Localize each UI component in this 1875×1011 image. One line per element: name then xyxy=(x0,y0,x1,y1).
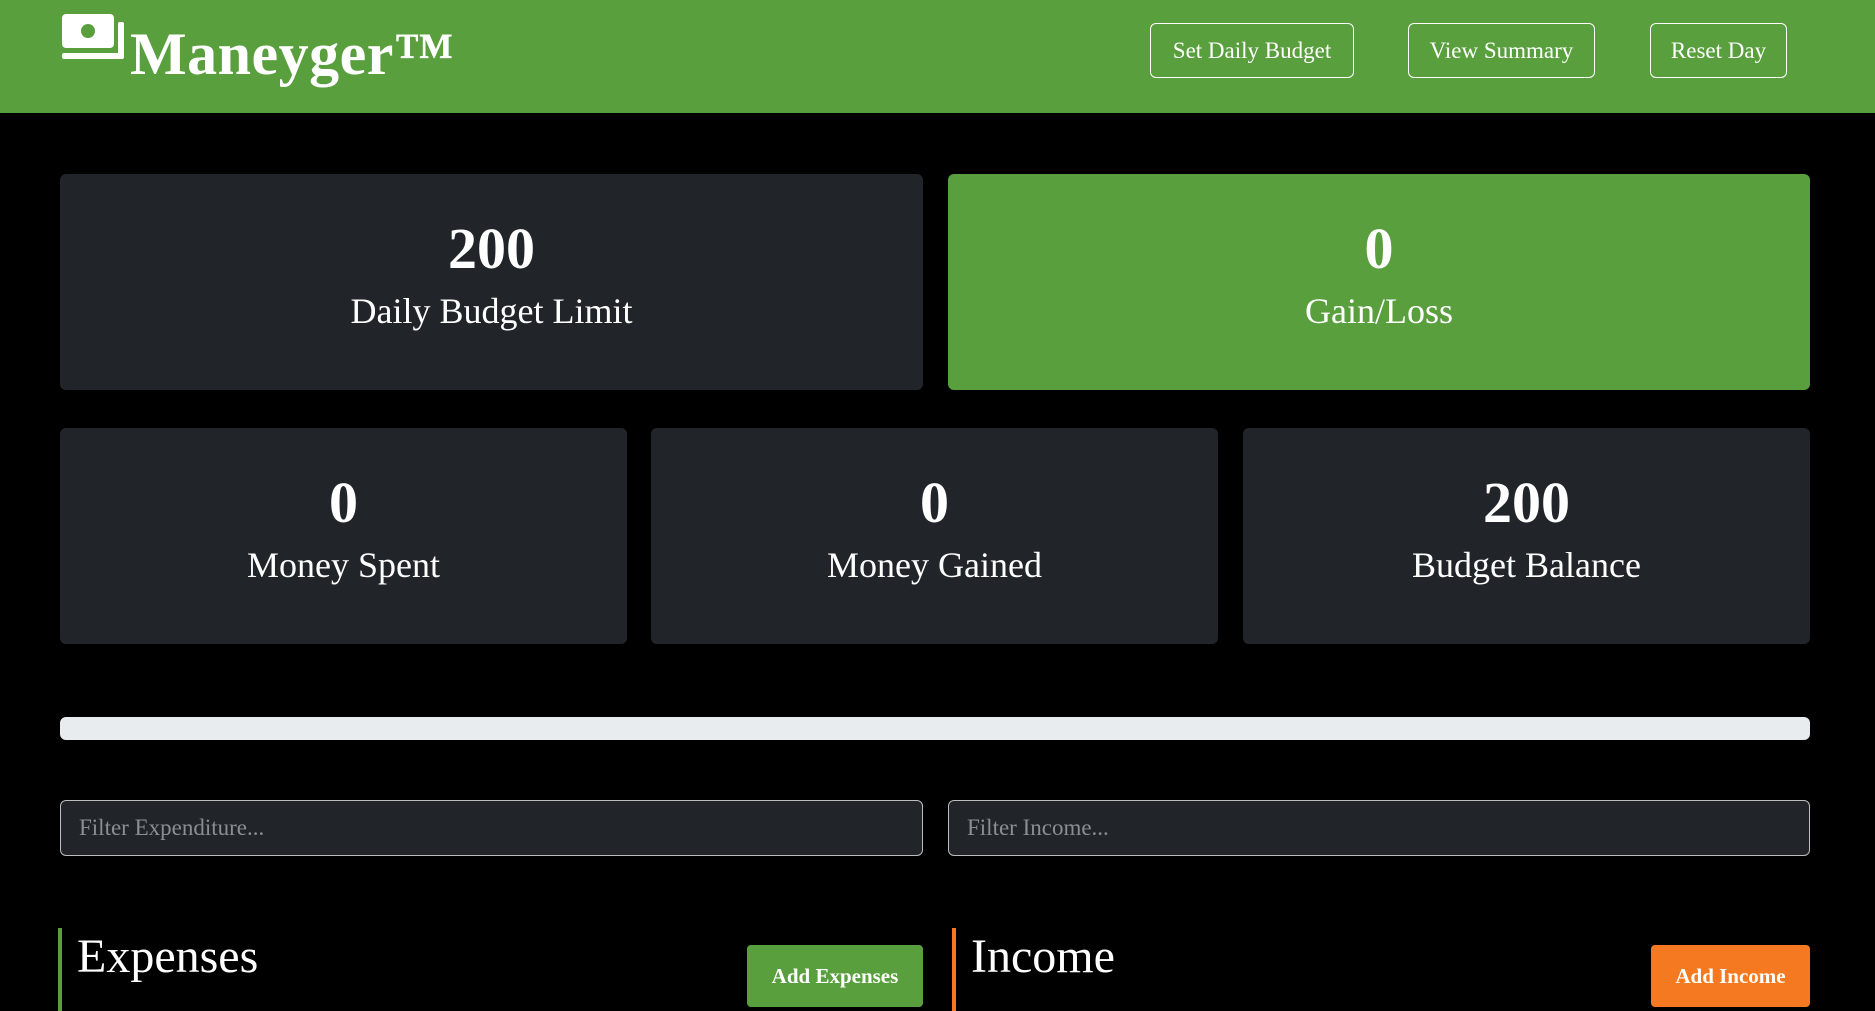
money-spent-value: 0 xyxy=(329,470,358,535)
budget-balance-label: Budget Balance xyxy=(1412,545,1641,585)
money-gained-value: 0 xyxy=(920,470,949,535)
money-spent-label: Money Spent xyxy=(247,545,440,585)
expenses-section-header: Expenses Add Expenses xyxy=(58,928,923,1011)
navbar: Maneyger™ Set Daily Budget View Summary … xyxy=(0,0,1875,113)
budget-progress-bar xyxy=(60,717,1810,740)
add-income-button[interactable]: Add Income xyxy=(1651,945,1810,1007)
daily-budget-label: Daily Budget Limit xyxy=(350,291,633,331)
filter-income-input[interactable] xyxy=(948,800,1810,856)
daily-budget-card: 200 Daily Budget Limit xyxy=(60,174,923,390)
brand-name: Maneyger™ xyxy=(130,21,455,87)
budget-balance-value: 200 xyxy=(1483,470,1570,535)
view-summary-button[interactable]: View Summary xyxy=(1408,23,1595,78)
money-bill-icon xyxy=(60,12,132,62)
money-gained-label: Money Gained xyxy=(827,545,1042,585)
filter-expenditure-input[interactable] xyxy=(60,800,923,856)
gain-loss-value: 0 xyxy=(1364,216,1394,281)
money-spent-card: 0 Money Spent xyxy=(60,428,627,644)
gain-loss-label: Gain/Loss xyxy=(1305,291,1453,331)
set-daily-budget-button[interactable]: Set Daily Budget xyxy=(1150,23,1354,78)
add-expenses-button[interactable]: Add Expenses xyxy=(747,945,923,1007)
brand[interactable]: Maneyger™ xyxy=(60,12,454,96)
money-gained-card: 0 Money Gained xyxy=(651,428,1218,644)
daily-budget-value: 200 xyxy=(448,216,535,281)
budget-balance-card: 200 Budget Balance xyxy=(1243,428,1810,644)
income-section-header: Income Add Income xyxy=(952,928,1810,1011)
reset-day-button[interactable]: Reset Day xyxy=(1650,23,1787,78)
gain-loss-card: 0 Gain/Loss xyxy=(948,174,1810,390)
